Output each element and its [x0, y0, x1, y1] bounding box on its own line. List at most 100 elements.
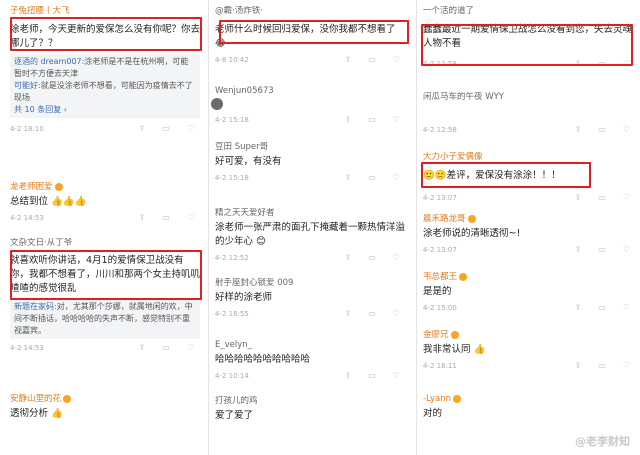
like-icon[interactable]: ♡	[623, 125, 630, 135]
comment-text: 爱了爱了	[215, 410, 254, 421]
like-icon[interactable]: ♡	[623, 245, 630, 255]
comment-item: 射手座封心锁爱 009 好样的涂老师 4-2 16:55 ⇪ ▭ ♡	[215, 278, 406, 319]
share-icon[interactable]: ⇪	[345, 253, 352, 263]
share-icon[interactable]: ⇪	[575, 303, 582, 313]
commenter-name[interactable]: 一个活的道了	[423, 6, 636, 17]
commenter-name[interactable]: 闲瓜马车的午夜 WYY	[423, 92, 636, 103]
share-icon[interactable]: ⇪	[139, 343, 146, 353]
commenter-name[interactable]: -Lyann	[423, 394, 636, 405]
comment-icon[interactable]: ▭	[368, 371, 376, 381]
avatar[interactable]	[211, 98, 223, 110]
comment-icon[interactable]: ▭	[368, 253, 376, 263]
share-icon[interactable]: ⇪	[345, 309, 352, 319]
comment-screenshot-collage: 子兔扭腰丨大飞 涂老师，今天更新的爱保怎么没有你呢？你去哪儿了？？ 逐酒的 dr…	[0, 0, 640, 455]
comment-text: 好样的涂老师	[215, 292, 273, 303]
like-icon[interactable]: ♡	[187, 343, 194, 353]
badge-icon	[54, 182, 63, 191]
like-icon[interactable]: ♡	[393, 115, 400, 125]
share-icon[interactable]: ⇪	[139, 124, 146, 134]
comment-text: 我非常认同 👍	[423, 344, 486, 355]
share-icon[interactable]: ⇪	[345, 115, 352, 125]
commenter-name[interactable]: 韦总都王	[423, 272, 636, 283]
comment-meta: 4-2 15:18 ⇪ ▭ ♡	[215, 173, 406, 183]
comment-icon[interactable]: ▭	[598, 125, 606, 135]
commenter-name[interactable]: 晨禾路龙哥	[423, 214, 636, 225]
commenter-name[interactable]: 文杂文日·从丁爷	[10, 238, 200, 249]
commenter-name[interactable]: 豆田 Super哥	[215, 142, 406, 153]
like-icon[interactable]: ♡	[393, 309, 400, 319]
comment-item: 金廖兄 我非常认同 👍 4-2 16:11 ⇪ ▭ ♡	[423, 330, 636, 371]
comment-item: 韦总都王 是是的 4-2 15:00 ⇪ ▭ ♡	[423, 272, 636, 313]
comment-time: 4-2 15:18	[215, 174, 249, 182]
comment-time: 4-2 14:53	[10, 344, 44, 352]
comment-icon[interactable]: ▭	[162, 213, 170, 223]
comment-icon[interactable]: ▭	[162, 124, 170, 134]
commenter-name[interactable]: 打孩儿的鸡	[215, 396, 406, 407]
badge-icon	[450, 330, 459, 339]
commenter-name[interactable]: E_velyn_	[215, 340, 406, 351]
comment-item: 精之天天爱好者 涂老师一张严肃的面孔下掩藏着一颗热情洋溢的少年心 😊 4-2 1…	[215, 208, 406, 263]
comment-meta: 4-2 15:00 ⇪ ▭ ♡	[423, 303, 636, 313]
comment-meta: 4-2 10:14 ⇪ ▭ ♡	[215, 371, 406, 381]
comment-meta: 4-2 15:18 ⇪ ▭ ♡	[215, 115, 406, 125]
share-icon[interactable]: ⇪	[575, 361, 582, 371]
comment-icon[interactable]: ▭	[368, 173, 376, 183]
like-icon[interactable]: ♡	[623, 361, 630, 371]
comment-icon[interactable]: ▭	[368, 115, 376, 125]
comment-time: 4-2 16:11	[423, 362, 457, 370]
comment-column-3: 一个活的道了 蠢蠢最近一期爱情保卫战怎么没看到您，失去灵魂人物不看 4-2 12…	[416, 0, 640, 455]
comment-icon[interactable]: ▭	[162, 343, 170, 353]
more-replies-link[interactable]: 共 10 条回复 ›	[14, 104, 196, 116]
comment-column-2: @霸·汤炸铁· 老师什么时候回归爱保，没你我都不想看了😂 4-8 10:42 ⇪…	[208, 0, 410, 455]
share-icon[interactable]: ⇪	[575, 193, 582, 203]
comment-time: 4-2 13:07	[423, 246, 457, 254]
comment-meta: 4-2 13:07 ⇪ ▭ ♡	[423, 193, 636, 203]
comment-item: -Lyann 对的	[423, 394, 636, 421]
commenter-name[interactable]: 安静山里的花	[10, 394, 200, 405]
comment-time: 4-2 15:00	[423, 304, 457, 312]
commenter-name[interactable]: 子兔扭腰丨大飞	[10, 6, 200, 17]
comment-text: 涂老师说的清晰透彻~!	[423, 228, 521, 239]
like-icon[interactable]: ♡	[187, 213, 194, 223]
like-icon[interactable]: ♡	[393, 371, 400, 381]
commenter-name[interactable]: 精之天天爱好者	[215, 208, 406, 219]
like-icon[interactable]: ♡	[623, 303, 630, 313]
reply-author: 新题在家码:	[14, 302, 57, 311]
share-icon[interactable]: ⇪	[345, 371, 352, 381]
reply-block[interactable]: 新题在家码:对，尤其那个莎娜，就属地闲的欢，中间不断插话，哈哈哈哈的失声不断，感…	[10, 299, 200, 339]
comment-item: E_velyn_ 哈哈哈哈哈哈哈哈哈哈 4-2 10:14 ⇪ ▭ ♡	[215, 340, 406, 381]
comment-column-1: 子兔扭腰丨大飞 涂老师，今天更新的爱保怎么没有你呢？你去哪儿了？？ 逐酒的 dr…	[4, 0, 204, 455]
like-icon[interactable]: ♡	[187, 124, 194, 134]
commenter-name[interactable]: 射手座封心锁爱 009	[215, 278, 406, 289]
highlight-box	[10, 17, 202, 51]
comment-icon[interactable]: ▭	[598, 193, 606, 203]
reply-block[interactable]: 逐酒的 dream007:涂老师是不是在杭州啊，可能暂时不方便去天津 可能好:就…	[10, 54, 200, 118]
comment-time: 4-2 12:52	[215, 254, 249, 262]
like-icon[interactable]: ♡	[393, 55, 400, 65]
like-icon[interactable]: ♡	[393, 253, 400, 263]
share-icon[interactable]: ⇪	[575, 125, 582, 135]
badge-icon	[467, 214, 476, 223]
comment-icon[interactable]: ▭	[368, 309, 376, 319]
comment-icon[interactable]: ▭	[598, 245, 606, 255]
comment-icon[interactable]: ▭	[368, 55, 376, 65]
like-icon[interactable]: ♡	[393, 173, 400, 183]
comment-icon[interactable]: ▭	[598, 303, 606, 313]
comment-item: Wenjun05673 4-2 15:18 ⇪ ▭ ♡	[211, 86, 406, 125]
share-icon[interactable]: ⇪	[345, 173, 352, 183]
like-icon[interactable]: ♡	[623, 193, 630, 203]
highlight-box	[421, 24, 633, 66]
comment-icon[interactable]: ▭	[598, 361, 606, 371]
share-icon[interactable]: ⇪	[345, 55, 352, 65]
commenter-name[interactable]: Wenjun05673	[215, 86, 406, 97]
commenter-name[interactable]: @霸·汤炸铁·	[215, 6, 406, 17]
highlight-box	[421, 162, 591, 188]
highlight-box	[219, 20, 409, 44]
reply-item: 可能好:就是没涂老师不想看，可能因为疫情去不了现场	[14, 80, 196, 104]
commenter-name[interactable]: 龙老师困爱	[10, 182, 200, 193]
reply-author: 逐酒的 dream007:	[14, 57, 85, 66]
share-icon[interactable]: ⇪	[139, 213, 146, 223]
comment-time: 4-2 15:18	[215, 116, 249, 124]
commenter-name[interactable]: 金廖兄	[423, 330, 636, 341]
share-icon[interactable]: ⇪	[575, 245, 582, 255]
